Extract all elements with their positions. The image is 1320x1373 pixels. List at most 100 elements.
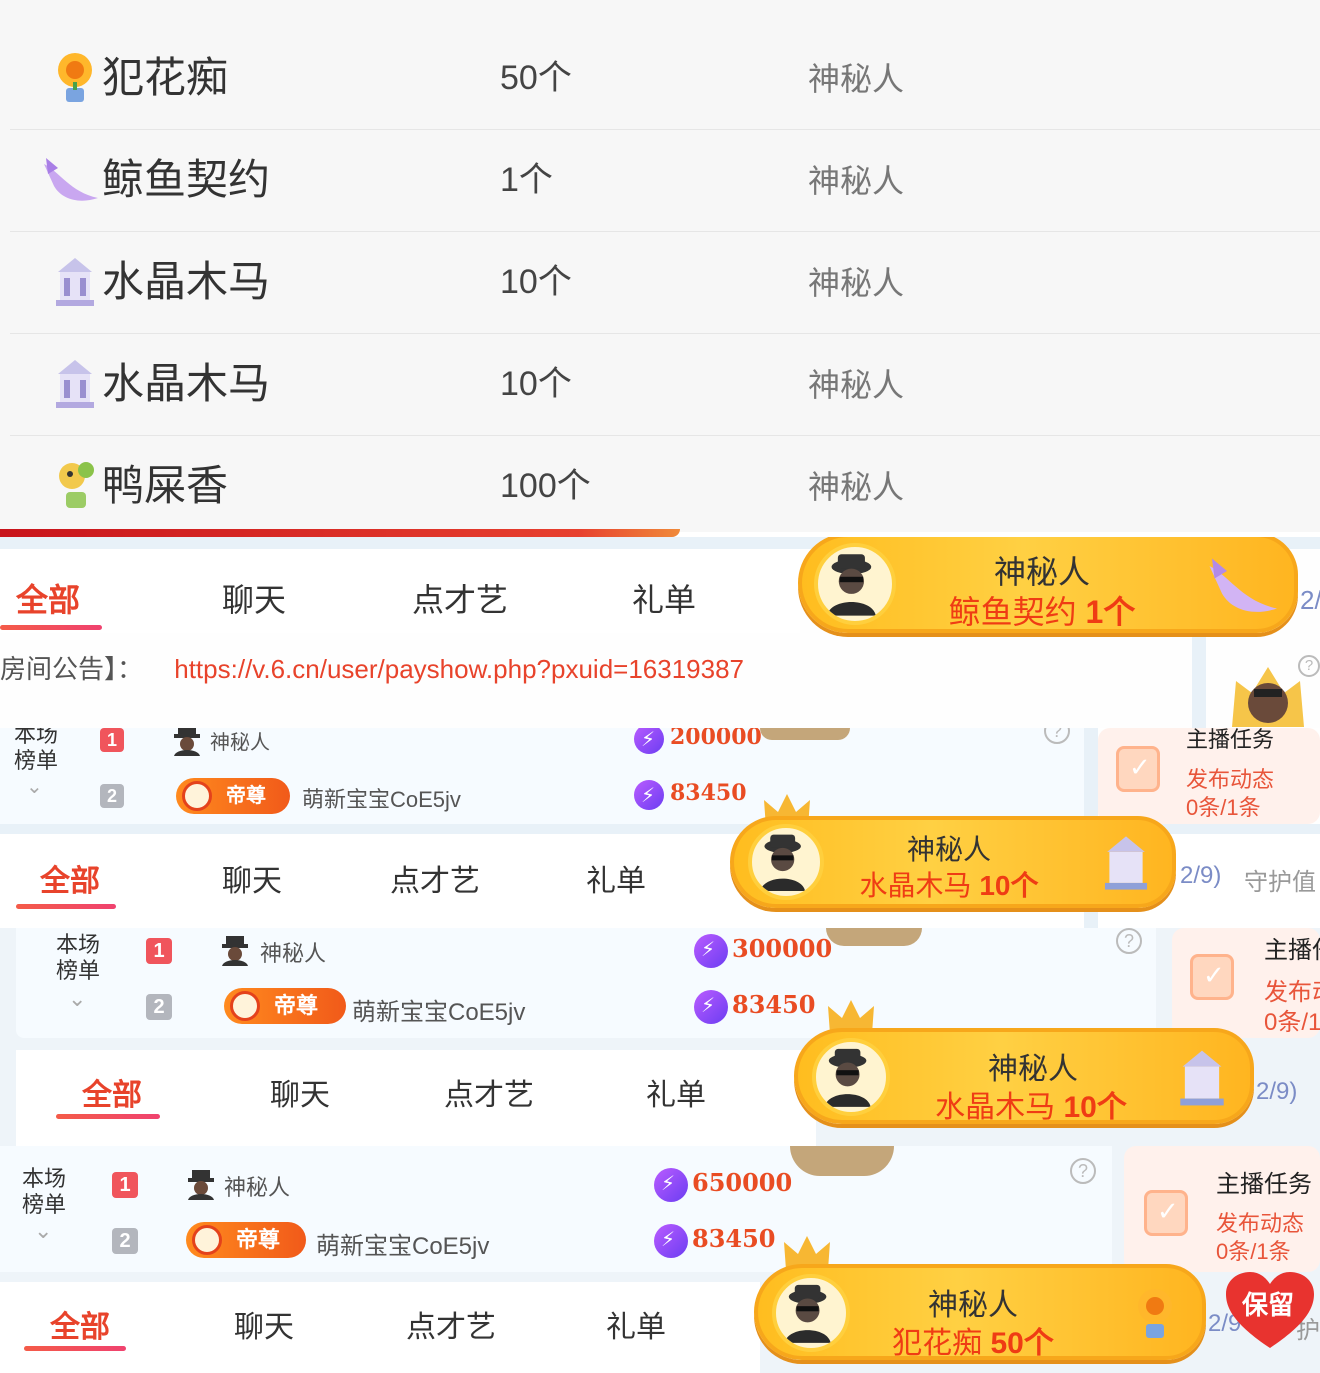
gift-list: 犯花痴 50个 神秘人 鲸鱼契约 1个 神秘人 水晶木马 10个 神秘人 水晶木… bbox=[0, 0, 1320, 532]
guard-count: 2/9) bbox=[1180, 862, 1222, 889]
tab-talent[interactable]: 点才艺 bbox=[406, 1302, 496, 1346]
tab-gift-list[interactable]: 礼单 bbox=[632, 575, 696, 621]
tab-all[interactable]: 全部 bbox=[82, 1070, 142, 1114]
streamer-task-panel[interactable]: 主播任务 发布动态 0条/1条 bbox=[1098, 728, 1320, 824]
rank-title: 本场 榜单 bbox=[14, 728, 59, 774]
gift-toast: 神秘人 水晶木马 10个 bbox=[730, 816, 1176, 908]
calendar-check-icon bbox=[1144, 1190, 1188, 1236]
streamer-task-panel[interactable]: 主播任务 发布动态 0条/1条 bbox=[1172, 928, 1320, 1038]
rank-score: 200000 bbox=[670, 728, 762, 750]
mystery-man-icon bbox=[174, 728, 200, 756]
gift-count: 10个 bbox=[500, 365, 572, 403]
tab-all[interactable]: 全部 bbox=[40, 856, 100, 900]
rank-number: 1 bbox=[146, 938, 172, 964]
mystery-man-icon bbox=[188, 1170, 214, 1200]
rank-row[interactable]: 2 帝尊 萌新宝宝CoE5jv 83450 bbox=[100, 778, 800, 818]
calendar-check-icon bbox=[1190, 954, 1234, 1000]
carousel-icon bbox=[56, 360, 94, 408]
rank-score: 650000 bbox=[692, 1168, 793, 1197]
sender-avatar bbox=[812, 1038, 890, 1116]
toast-gift-text: 水晶木马 10个 bbox=[935, 1091, 1127, 1124]
help-icon[interactable]: ? bbox=[1116, 928, 1142, 954]
rank-name: 萌新宝宝CoE5jv bbox=[302, 787, 461, 812]
gift-toast: 神秘人 犯花痴 50个 bbox=[754, 1264, 1206, 1360]
rank-panel: 本场 榜单 ⌄ 1 神秘人 650000 2 帝尊 萌新宝宝CoE5jv 834… bbox=[0, 1146, 1112, 1272]
chat-tabbar: 全部 聊天 点才艺 礼单 bbox=[0, 549, 800, 633]
guard-avatar[interactable] bbox=[1226, 661, 1310, 727]
energy-icon bbox=[694, 990, 728, 1024]
badge-emblem-icon bbox=[182, 781, 212, 811]
rank-number: 2 bbox=[112, 1228, 138, 1254]
toast-gift-text: 鲸鱼契约 1个 bbox=[948, 594, 1136, 630]
rank-score: 300000 bbox=[732, 934, 833, 963]
rank-number: 1 bbox=[100, 728, 124, 752]
calendar-check-icon bbox=[1116, 746, 1160, 792]
tab-active-underline bbox=[16, 904, 116, 909]
rank-row[interactable]: 1 神秘人 650000 bbox=[112, 1166, 812, 1206]
task-progress: 0条/1条 bbox=[1264, 1009, 1320, 1036]
tab-chat[interactable]: 聊天 bbox=[234, 1302, 294, 1346]
guard-count: 2/ bbox=[1300, 585, 1320, 615]
help-icon[interactable]: ? bbox=[1070, 1158, 1096, 1184]
task-progress: 0条/1条 bbox=[1216, 1239, 1291, 1264]
tab-talent[interactable]: 点才艺 bbox=[412, 575, 508, 621]
tab-gift-list[interactable]: 礼单 bbox=[586, 856, 646, 900]
chat-tabbar: 全部 聊天 点才艺 礼单 bbox=[0, 834, 760, 916]
energy-icon bbox=[634, 780, 664, 810]
rank-row[interactable]: 1 神秘人 200000 bbox=[100, 728, 800, 762]
streamer-task-panel[interactable]: 主播任务 发布动态 0条/1条 bbox=[1124, 1146, 1320, 1272]
gift-count: 1个 bbox=[500, 161, 553, 199]
vip-badge: 帝尊 bbox=[224, 988, 346, 1024]
energy-icon bbox=[654, 1224, 688, 1258]
announcement-label: 房间公告】： bbox=[0, 654, 144, 684]
gift-name: 水晶木马 bbox=[102, 360, 271, 407]
save-button[interactable]: 保留 bbox=[1242, 1285, 1294, 1322]
carousel-icon bbox=[1180, 1050, 1224, 1106]
task-title: 主播任务 bbox=[1264, 937, 1320, 964]
gift-sender: 神秘人 bbox=[808, 163, 905, 199]
gift-toast: 神秘人 水晶木马 10个 bbox=[794, 1028, 1254, 1124]
tab-chat[interactable]: 聊天 bbox=[222, 856, 282, 900]
rank-row[interactable]: 1 神秘人 300000 bbox=[146, 932, 846, 972]
tab-active-underline bbox=[56, 1114, 160, 1119]
tab-talent[interactable]: 点才艺 bbox=[390, 856, 480, 900]
help-icon[interactable]: ? bbox=[1044, 728, 1070, 744]
pendant-ornament bbox=[760, 728, 850, 740]
rank-row[interactable]: 2 帝尊 萌新宝宝CoE5jv 83450 bbox=[146, 988, 846, 1028]
rank-panel: 本场 榜单 ⌄ 1 神秘人 200000 2 帝尊 萌新宝宝CoE5jv 834… bbox=[0, 728, 1084, 824]
rank-panel: 本场 榜单 ⌄ 1 神秘人 300000 2 帝尊 萌新宝宝CoE5jv 834… bbox=[16, 928, 1156, 1038]
mystery-man-icon bbox=[222, 936, 248, 966]
tab-active-underline bbox=[0, 625, 102, 630]
gift-sender: 神秘人 bbox=[808, 367, 905, 403]
announcement-link[interactable]: https://v.6.cn/user/payshow.php?pxuid=16… bbox=[174, 654, 744, 684]
rank-score: 83450 bbox=[670, 780, 747, 806]
rank-title: 本场 榜单 bbox=[56, 932, 101, 984]
header-accent-bar bbox=[0, 529, 680, 537]
tab-chat[interactable]: 聊天 bbox=[270, 1070, 330, 1114]
gift-count: 10个 bbox=[500, 263, 572, 301]
rank-name: 萌新宝宝CoE5jv bbox=[316, 1233, 490, 1260]
carousel-icon bbox=[1104, 836, 1148, 890]
gift-toast: 神秘人 鲸鱼契约 1个 bbox=[798, 537, 1298, 633]
tab-gift-list[interactable]: 礼单 bbox=[646, 1070, 706, 1114]
tab-all[interactable]: 全部 bbox=[50, 1302, 110, 1346]
chevron-down-icon[interactable]: ⌄ bbox=[68, 986, 86, 1012]
sender-avatar bbox=[748, 824, 824, 900]
tab-gift-list[interactable]: 礼单 bbox=[606, 1302, 666, 1346]
chevron-down-icon[interactable]: ⌄ bbox=[26, 774, 43, 799]
gift-row: 水晶木马 10个 神秘人 bbox=[10, 232, 1320, 334]
chevron-down-icon[interactable]: ⌄ bbox=[34, 1218, 52, 1244]
tab-all[interactable]: 全部 bbox=[16, 575, 80, 621]
tab-talent[interactable]: 点才艺 bbox=[444, 1070, 534, 1114]
rank-row[interactable]: 2 帝尊 萌新宝宝CoE5jv 83450 bbox=[112, 1222, 812, 1262]
gift-name: 犯花痴 bbox=[102, 54, 229, 101]
carousel-icon bbox=[56, 258, 94, 306]
energy-icon bbox=[634, 728, 664, 754]
tab-chat[interactable]: 聊天 bbox=[222, 575, 286, 621]
toast-gift-text: 犯花痴 50个 bbox=[892, 1327, 1054, 1360]
gift-name: 鸭屎香 bbox=[102, 462, 229, 509]
vip-badge: 帝尊 bbox=[186, 1222, 306, 1258]
whale-icon bbox=[1209, 558, 1277, 612]
sender-avatar bbox=[814, 543, 896, 625]
energy-icon bbox=[654, 1168, 688, 1202]
